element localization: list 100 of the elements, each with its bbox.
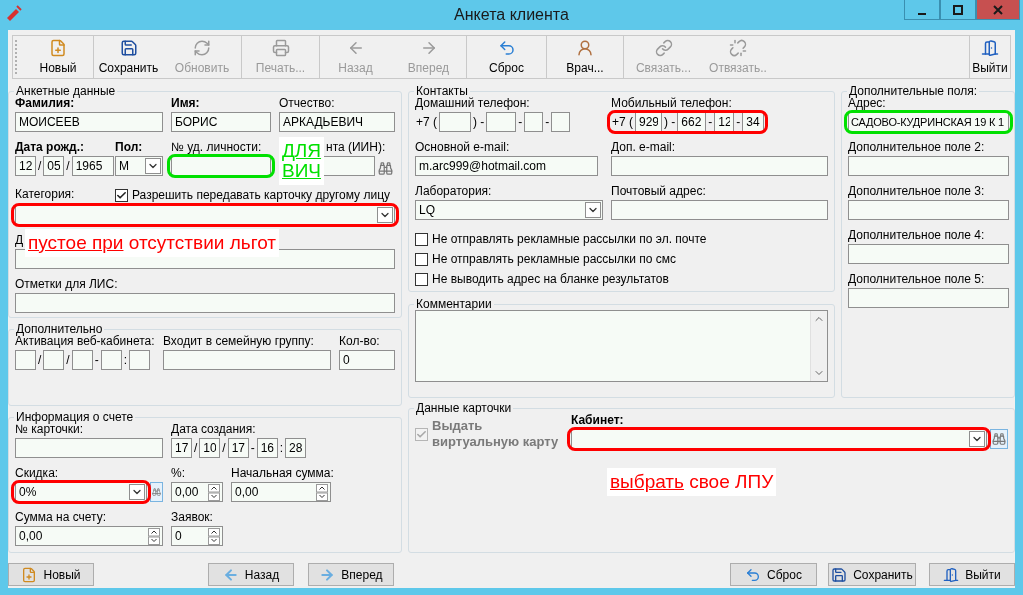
scrollbar[interactable] bbox=[810, 311, 827, 381]
printer-icon bbox=[271, 39, 290, 57]
dropdown-field[interactable]: LQ bbox=[415, 200, 603, 220]
number-field[interactable]: 0,00 bbox=[15, 526, 163, 546]
text-field[interactable]: БОРИС bbox=[171, 112, 271, 132]
footer-button[interactable]: Сброс bbox=[730, 563, 817, 586]
number-field[interactable]: 0,00 bbox=[171, 482, 223, 502]
phone-part-field[interactable]: 12 bbox=[714, 112, 735, 132]
phone-part-field[interactable] bbox=[524, 112, 544, 132]
checkbox[interactable] bbox=[415, 232, 428, 246]
date-part-field[interactable] bbox=[100, 350, 122, 370]
dropdown-field[interactable]: М bbox=[115, 156, 163, 176]
field-label: Отчество: bbox=[279, 97, 335, 110]
toolbar-button[interactable]: Сброс bbox=[467, 36, 546, 78]
number-field[interactable]: 0,00 bbox=[231, 482, 331, 502]
dropdown-field[interactable]: 0% bbox=[15, 482, 147, 502]
text-field[interactable] bbox=[848, 244, 1009, 264]
field-label: Заявок: bbox=[171, 511, 213, 524]
field-label: Сумма на счету: bbox=[15, 511, 107, 524]
text-field[interactable] bbox=[848, 200, 1009, 220]
field-label: Входит в семейную группу: bbox=[163, 335, 314, 348]
phone-part-separator: +7 ( bbox=[415, 115, 438, 129]
toolbar-button[interactable]: Врач... bbox=[547, 36, 623, 78]
footer-button[interactable]: Новый bbox=[8, 563, 94, 586]
section-title: Дополнительные поля: bbox=[849, 85, 979, 97]
phone-part-field[interactable] bbox=[486, 112, 517, 132]
text-field[interactable] bbox=[848, 288, 1009, 308]
text-field[interactable]: САДОВО-КУДРИНСКАЯ 19 К 1 bbox=[848, 112, 1009, 132]
field-label: Активация веб-кабинета: bbox=[15, 335, 155, 348]
text-field[interactable] bbox=[848, 156, 1009, 176]
date-part-field[interactable] bbox=[43, 350, 65, 370]
toolbar-button[interactable]: Выйти bbox=[970, 36, 1010, 78]
phone-part-field[interactable]: 34 bbox=[742, 112, 765, 132]
date-part-field[interactable] bbox=[129, 350, 151, 370]
phone-part-field[interactable]: 662 bbox=[677, 112, 707, 132]
date-part-field[interactable]: 16 bbox=[256, 438, 278, 458]
spin-arrows-icon bbox=[208, 527, 220, 545]
text-field[interactable]: 0 bbox=[339, 350, 395, 370]
undo-icon bbox=[745, 566, 762, 583]
phone-part-field[interactable] bbox=[439, 112, 471, 132]
binoculars-icon[interactable] bbox=[378, 161, 393, 176]
date-part-field[interactable]: 28 bbox=[285, 438, 307, 458]
phone-part-separator: +7 ( bbox=[611, 115, 634, 129]
window-title: Анкета клиента bbox=[454, 6, 569, 24]
phone-part-field[interactable]: 929 bbox=[635, 112, 662, 132]
comment-field[interactable] bbox=[415, 310, 828, 382]
close-button[interactable] bbox=[976, 0, 1020, 20]
minimize-button[interactable] bbox=[904, 0, 940, 20]
phone-part-separator: ) - bbox=[472, 115, 486, 129]
footer-button[interactable]: Выйти bbox=[929, 563, 1015, 586]
maximize-icon bbox=[953, 4, 963, 15]
minimize-icon bbox=[918, 12, 926, 15]
date-part-separator: - bbox=[93, 353, 100, 367]
checkbox-label: Выдать виртуальную карту bbox=[432, 418, 560, 450]
date-part-field[interactable] bbox=[15, 350, 36, 370]
date-part-field[interactable]: 12 bbox=[15, 156, 36, 176]
field-label: Основной e-mail: bbox=[415, 141, 510, 154]
checkbox[interactable] bbox=[115, 188, 128, 202]
toolbar-button[interactable]: Сохранить bbox=[94, 36, 163, 78]
field-label: %: bbox=[171, 467, 185, 480]
checkbox[interactable] bbox=[415, 272, 428, 286]
footer-button[interactable]: Сохранить bbox=[828, 563, 916, 586]
date-part-field[interactable] bbox=[71, 350, 93, 370]
footer-button[interactable]: Назад bbox=[208, 563, 294, 586]
phone-part-separator: - bbox=[735, 115, 742, 129]
binoculars-icon[interactable] bbox=[989, 429, 1008, 449]
text-field[interactable]: m.arc999@hotmail.com bbox=[415, 156, 598, 176]
field-label: № карточки: bbox=[15, 423, 84, 436]
field-label: Дополнительное поле 3: bbox=[848, 185, 985, 198]
refresh-icon bbox=[193, 39, 211, 57]
binoculars-icon[interactable] bbox=[150, 482, 163, 502]
date-part-field[interactable]: 10 bbox=[199, 438, 221, 458]
text-field[interactable]: АРКАДЬЕВИЧ bbox=[279, 112, 395, 132]
broken-link-icon bbox=[729, 39, 747, 57]
date-part-field[interactable]: 17 bbox=[171, 438, 192, 458]
field-label: Доп. e-mail: bbox=[611, 141, 676, 154]
text-field[interactable] bbox=[15, 438, 163, 458]
date-part-field[interactable]: 17 bbox=[227, 438, 249, 458]
number-field[interactable]: 0 bbox=[171, 526, 223, 546]
section-title: Данные карточки bbox=[415, 402, 513, 414]
text-field[interactable] bbox=[611, 156, 828, 176]
person-icon bbox=[576, 39, 594, 57]
text-field[interactable] bbox=[163, 350, 331, 370]
date-part-field[interactable]: 05 bbox=[43, 156, 65, 176]
checkbox[interactable] bbox=[415, 252, 428, 266]
toolbar-button[interactable]: Новый bbox=[23, 36, 93, 78]
field-label: Кол-во: bbox=[339, 335, 380, 348]
date-part-field[interactable]: 1965 bbox=[71, 156, 114, 176]
maximize-button[interactable] bbox=[940, 0, 976, 20]
text-field[interactable]: МОИСЕЕВ bbox=[15, 112, 163, 132]
field-label: Адрес: bbox=[848, 97, 886, 110]
file-icon bbox=[21, 566, 38, 583]
text-field[interactable] bbox=[611, 200, 828, 220]
field-label: Дополнительное поле 4: bbox=[848, 229, 985, 242]
phone-part-field[interactable] bbox=[551, 112, 571, 132]
field-label: Домашний телефон: bbox=[415, 97, 530, 110]
annotation-tooltip: ДЛЯ ВИЧ bbox=[279, 137, 325, 185]
text-field[interactable] bbox=[15, 293, 395, 313]
footer-button[interactable]: Вперед bbox=[308, 563, 394, 586]
field-label: Д bbox=[15, 234, 24, 247]
